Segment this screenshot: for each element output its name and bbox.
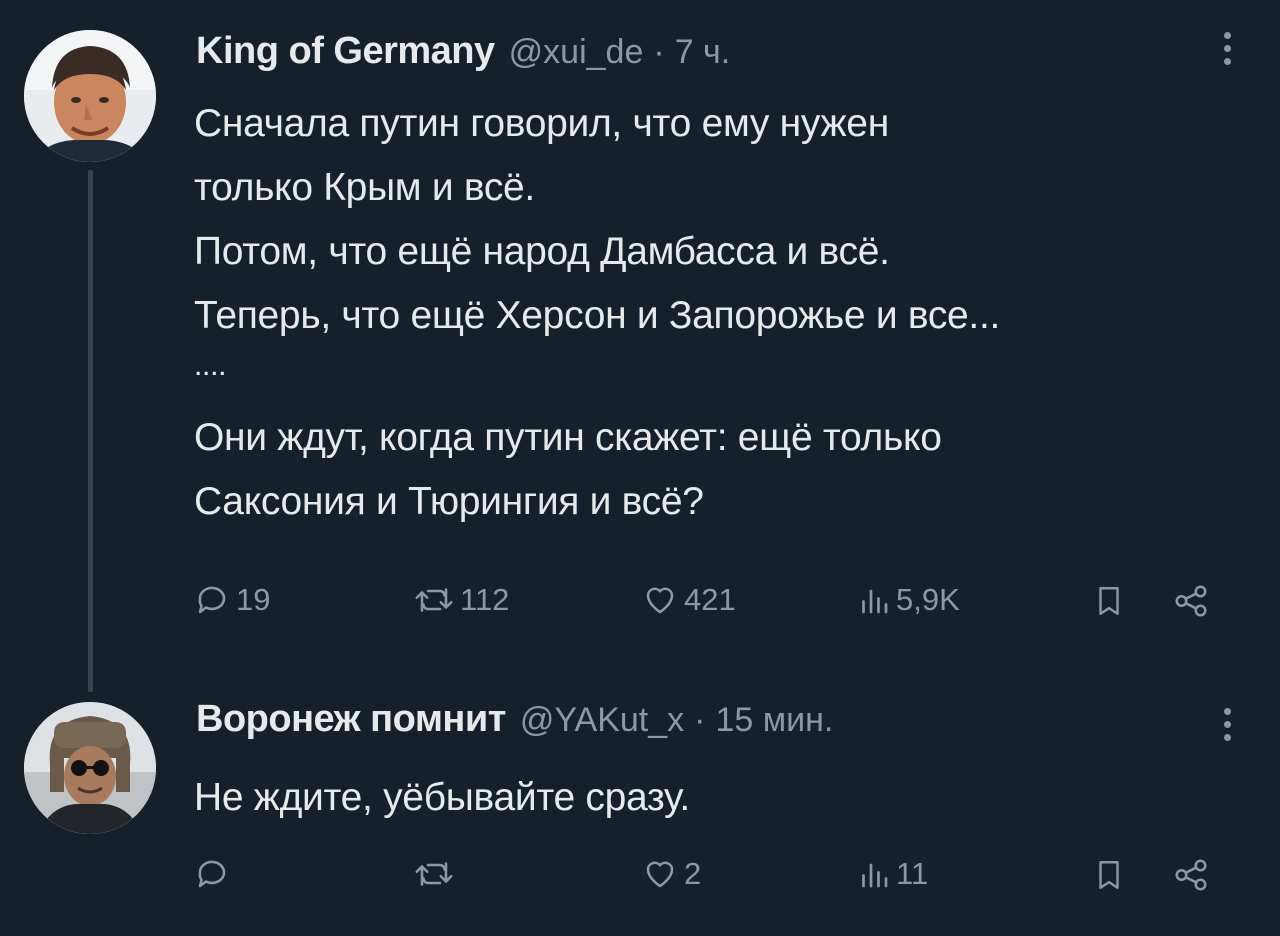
- tweet-header: King of Germany @xui_de · 7 ч.: [196, 30, 730, 73]
- tweet-header: Воронеж помнит @YAKut_x · 15 мин.: [196, 698, 833, 741]
- reply-icon: [198, 586, 226, 614]
- tweet-text-line: Сначала путин говорил, что ему нужен: [194, 102, 889, 145]
- retweet-icon: [415, 588, 453, 612]
- tweet-text-line: ....: [194, 349, 227, 382]
- tweet-text-line: Саксония и Тюрингия и всё?: [194, 480, 704, 523]
- twitter-thread: King of Germany @xui_de · 7 ч. Сначала п…: [0, 0, 1280, 936]
- reply-count: 19: [236, 582, 271, 617]
- views-count: 5,9K: [896, 582, 960, 617]
- tweet-text-line: Они ждут, когда путин скажет: ещё только: [194, 416, 942, 459]
- retweet-button[interactable]: [414, 856, 460, 892]
- tweet-text-line: только Крым и всё.: [194, 166, 535, 209]
- share-button[interactable]: [1172, 856, 1210, 894]
- user-handle[interactable]: @xui_de: [509, 33, 644, 72]
- more-icon[interactable]: [1222, 708, 1232, 741]
- tweet[interactable]: King of Germany @xui_de · 7 ч. Сначала п…: [0, 0, 1280, 692]
- more-icon[interactable]: [1222, 32, 1232, 65]
- like-icon: [646, 861, 674, 888]
- display-name[interactable]: King of Germany: [196, 30, 495, 73]
- bookmark-icon: [1099, 861, 1119, 889]
- reply-button[interactable]: [194, 856, 236, 892]
- views-icon: [862, 863, 888, 888]
- views-icon: [862, 589, 888, 614]
- avatar[interactable]: [24, 30, 156, 162]
- like-button[interactable]: 2: [642, 856, 701, 892]
- reply-icon: [198, 860, 226, 888]
- like-count: 2: [684, 856, 702, 891]
- timestamp[interactable]: 15 мин.: [715, 701, 833, 740]
- tweet-text-line: Теперь, что ещё Херсон и Запорожье и все…: [194, 294, 1001, 337]
- user-handle[interactable]: @YAKut_x: [520, 701, 684, 740]
- bookmark-button[interactable]: [1092, 856, 1126, 894]
- avatar[interactable]: [24, 702, 156, 834]
- views-count: 11: [896, 856, 929, 891]
- share-icon: [1175, 585, 1207, 617]
- tweet[interactable]: Воронеж помнит @YAKut_x · 15 мин. Не жди…: [0, 680, 1280, 936]
- like-button[interactable]: 421: [642, 582, 736, 618]
- retweet-icon: [415, 862, 453, 886]
- views-button[interactable]: 11: [858, 856, 928, 892]
- share-icon: [1175, 859, 1207, 891]
- share-button[interactable]: [1172, 582, 1210, 620]
- bookmark-button[interactable]: [1092, 582, 1126, 620]
- tweet-actions: 2 11: [194, 856, 1234, 906]
- thread-connector-line: [88, 170, 93, 692]
- tweet-text: Сначала путин говорил, что ему нужен тол…: [194, 92, 1234, 534]
- tweet-actions: 19 112 421 5,9K: [194, 582, 1234, 632]
- reply-button[interactable]: 19: [194, 582, 270, 618]
- separator-dot: ·: [694, 701, 706, 739]
- views-button[interactable]: 5,9K: [858, 582, 960, 618]
- tweet-text-line: Не ждите, уёбывайте сразу.: [194, 776, 690, 819]
- tweet-text-line: Потом, что ещё народ Дамбасса и всё.: [194, 230, 890, 273]
- retweet-button[interactable]: 112: [414, 582, 509, 618]
- tweet-text: Не ждите, уёбывайте сразу.: [194, 766, 1234, 830]
- retweet-count: 112: [460, 582, 510, 617]
- bookmark-icon: [1099, 587, 1119, 615]
- timestamp[interactable]: 7 ч.: [675, 33, 731, 72]
- separator-dot: ·: [653, 33, 665, 71]
- display-name[interactable]: Воронеж помнит: [196, 698, 506, 741]
- like-icon: [646, 587, 674, 614]
- like-count: 421: [684, 582, 736, 617]
